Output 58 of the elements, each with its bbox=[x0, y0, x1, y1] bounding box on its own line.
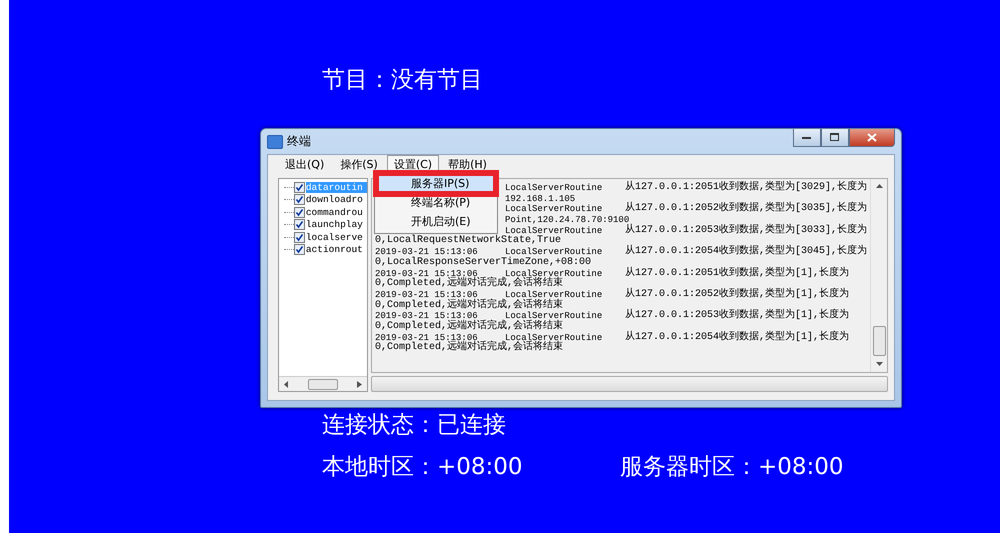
log-timestamp: 2019-03-21 15:13:06 bbox=[375, 268, 478, 278]
log-timestamp: 2019-03-21 15:13:06 bbox=[375, 247, 478, 258]
left-arrow-icon[interactable] bbox=[284, 380, 289, 388]
log-message: 从127.0.0.1:2053收到数据,类型为[1],长度为 bbox=[625, 311, 850, 322]
server-timezone-text: 服务器时区：+08:00 bbox=[620, 453, 844, 482]
checkbox[interactable] bbox=[294, 182, 305, 193]
program-status-text: 节目：没有节目 bbox=[322, 66, 484, 95]
down-arrow-icon[interactable] bbox=[876, 362, 882, 367]
log-timestamp: 2019-03-21 15:13:06 bbox=[375, 290, 478, 300]
up-arrow-icon[interactable] bbox=[876, 184, 882, 189]
log-message: 从127.0.0.1:2054收到数据,类型为[1],长度为 bbox=[625, 332, 850, 344]
local-timezone-text: 本地时区：+08:00 bbox=[322, 453, 524, 482]
app-icon bbox=[267, 134, 283, 148]
tree-item[interactable]: downloadro bbox=[306, 194, 367, 206]
log-message: 从127.0.0.1:2054收到数据,类型为[3045],长度为 bbox=[625, 247, 868, 258]
horizontal-scrollbar[interactable] bbox=[279, 376, 367, 391]
checkbox[interactable] bbox=[294, 194, 305, 206]
menu-item[interactable]: 终端名称(P) bbox=[377, 193, 495, 212]
log-detail: 0,LocalResponseServerTimeZone,+08:00 bbox=[375, 258, 592, 268]
right-arrow-icon[interactable] bbox=[357, 380, 362, 388]
log-message: 从127.0.0.1:2053收到数据,类型为[3033],长度为 bbox=[625, 226, 868, 236]
log-detail: Point,120.24.78.70:9100 bbox=[505, 215, 630, 226]
checkbox[interactable] bbox=[294, 219, 305, 230]
tree-item[interactable]: commandrou bbox=[306, 206, 367, 218]
checkbox[interactable] bbox=[294, 244, 305, 256]
menu-item[interactable]: 帮助(H) bbox=[441, 155, 494, 174]
log-detail: 0,LocalRequestNetworkState,True bbox=[375, 236, 562, 248]
log-source: LocalServerRoutine bbox=[505, 204, 604, 216]
log-source: LocalServerRoutine bbox=[505, 183, 604, 194]
log-detail: 192.168.1.105 bbox=[505, 194, 576, 204]
menu-item[interactable]: 开机启动(E) bbox=[377, 212, 495, 231]
scroll-thumb[interactable] bbox=[872, 326, 886, 356]
checkbox[interactable] bbox=[294, 232, 305, 243]
checkbox[interactable] bbox=[294, 206, 305, 218]
maximize-button[interactable] bbox=[821, 129, 849, 147]
minimize-icon bbox=[802, 136, 812, 140]
log-source: LocalServerRoutine bbox=[505, 226, 604, 236]
log-source: LocalServerRoutine bbox=[505, 247, 604, 258]
log-message: 从127.0.0.1:2051收到数据,类型为[1],长度为 bbox=[625, 268, 850, 280]
menu-item[interactable]: 操作(S) bbox=[333, 155, 385, 174]
vertical-scrollbar[interactable] bbox=[870, 179, 887, 372]
log-message: 从127.0.0.1:2052收到数据,类型为[3035],长度为 bbox=[625, 204, 868, 216]
log-detail: 0,Completed,远端对话完成,会话将结束 bbox=[375, 322, 564, 333]
connection-status-text: 连接状态：已连接 bbox=[322, 411, 507, 440]
log-message: 从127.0.0.1:2051收到数据,类型为[3029],长度为 bbox=[625, 183, 868, 194]
tree-item[interactable]: launchplay bbox=[306, 219, 367, 230]
close-button[interactable] bbox=[849, 129, 895, 147]
log-message: 从127.0.0.1:2052收到数据,类型为[1],长度为 bbox=[625, 290, 850, 301]
log-source: LocalServerRoutine bbox=[505, 290, 604, 300]
scroll-thumb[interactable] bbox=[308, 378, 338, 390]
tree-item[interactable]: localserve bbox=[306, 232, 367, 243]
log-source: LocalServerRoutine bbox=[505, 268, 604, 278]
close-icon bbox=[867, 133, 877, 142]
window-title: 终端 bbox=[287, 133, 311, 150]
tree-item[interactable]: actionrout bbox=[306, 244, 367, 256]
menu-item[interactable]: 退出(Q) bbox=[278, 155, 332, 174]
minimize-button[interactable] bbox=[793, 129, 821, 147]
maximize-icon bbox=[830, 133, 840, 142]
